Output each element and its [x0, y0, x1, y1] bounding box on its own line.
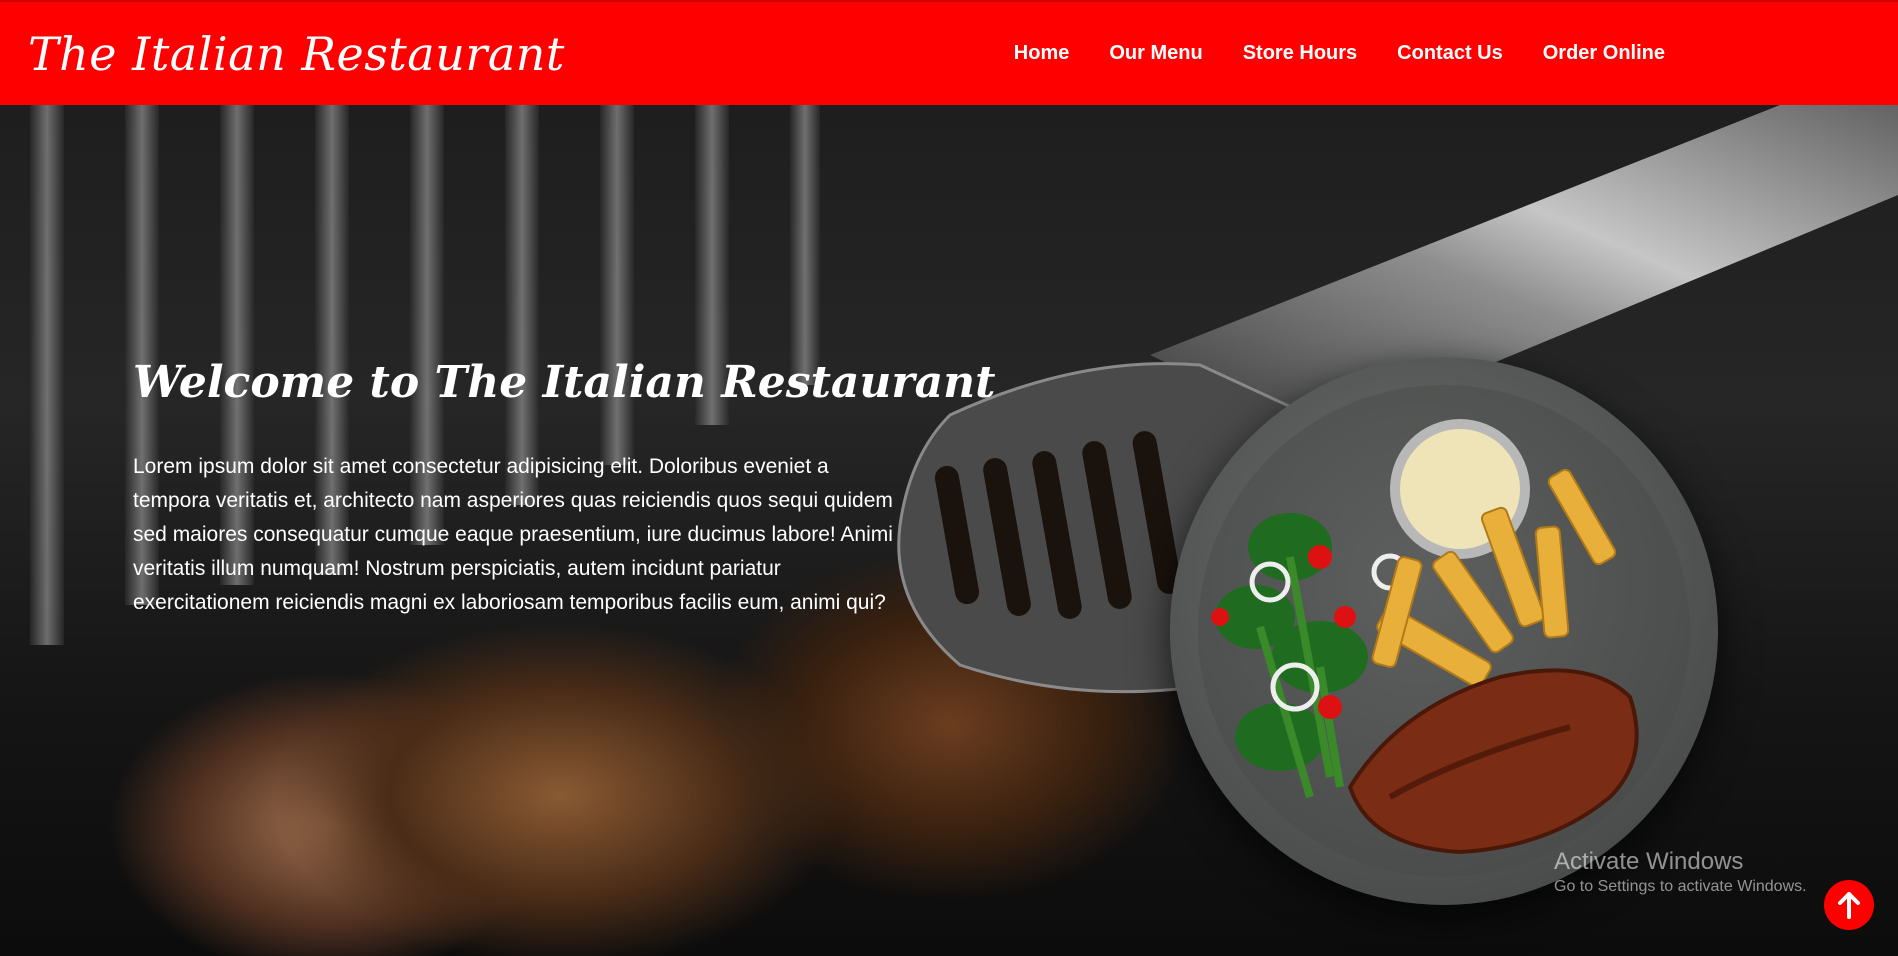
- food-plate-image: [1170, 357, 1718, 905]
- scroll-to-top-button[interactable]: [1824, 880, 1874, 930]
- nav-link-home[interactable]: Home: [1014, 42, 1070, 65]
- plate-food: [1211, 419, 1639, 855]
- nav-link-our-menu[interactable]: Our Menu: [1109, 42, 1202, 65]
- nav-link-store-hours[interactable]: Store Hours: [1243, 42, 1357, 65]
- watermark-subtitle: Go to Settings to activate Windows.: [1554, 878, 1807, 895]
- hero-description: Lorem ipsum dolor sit amet consectetur a…: [133, 455, 893, 614]
- nav-link-contact-us[interactable]: Contact Us: [1397, 42, 1503, 65]
- nav-link-order-online[interactable]: Order Online: [1543, 42, 1665, 65]
- nav-links: Home Our Menu Store Hours Contact Us Ord…: [1014, 42, 1665, 65]
- arrow-up-icon: [1838, 892, 1860, 919]
- activate-windows-watermark: Activate Windows Go to Settings to activ…: [1554, 848, 1807, 898]
- hero-title: Welcome to The Italian Restaurant: [133, 357, 996, 408]
- navbar: The Italian Restaurant Home Our Menu Sto…: [0, 0, 1898, 105]
- hero-section: Welcome to The Italian Restaurant Lorem …: [0, 105, 1898, 956]
- watermark-title: Activate Windows: [1554, 848, 1744, 875]
- brand-logo[interactable]: The Italian Restaurant: [28, 27, 565, 81]
